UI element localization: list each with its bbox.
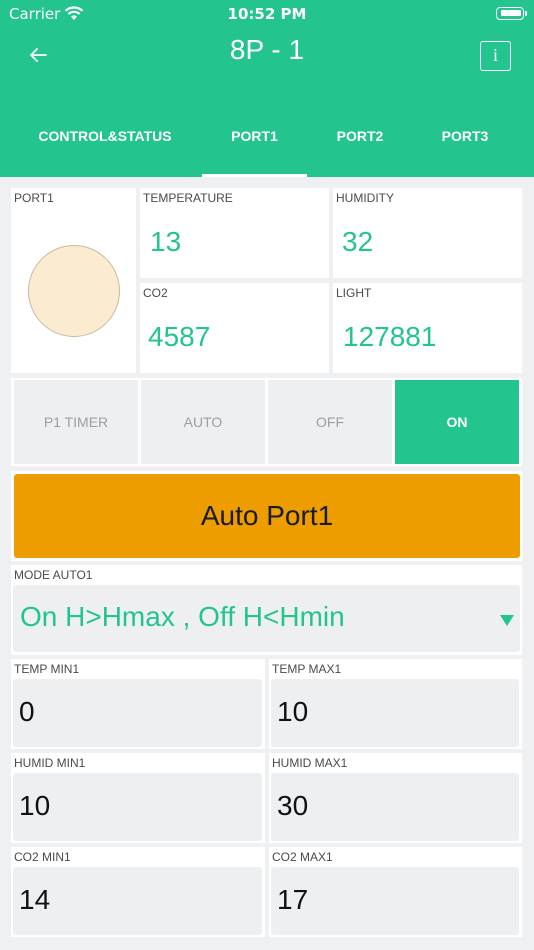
temp-min-input[interactable]: 0: [13, 679, 262, 747]
tab-control-status[interactable]: CONTROL&STATUS: [30, 128, 180, 150]
on-button[interactable]: ON: [395, 380, 519, 464]
mode-auto-selected-value: On H>Hmax , Off H<Hmin: [20, 601, 345, 632]
temp-min-card: TEMP MIN1 0: [11, 659, 265, 749]
mode-auto-label: MODE AUTO1: [14, 568, 93, 582]
app-header: Carrier 10:52 PM 8P - 1 i CONTROL&STATUS…: [0, 0, 534, 177]
status-bar: Carrier 10:52 PM: [0, 0, 534, 28]
auto-port-button[interactable]: Auto Port1: [14, 474, 520, 558]
temp-max-value: 10: [277, 696, 309, 727]
co2-max-label: CO2 MAX1: [272, 850, 333, 864]
humid-max-value: 30: [277, 790, 309, 821]
humid-max-label: HUMID MAX1: [272, 756, 348, 770]
co2-max-input[interactable]: 17: [271, 867, 519, 935]
temperature-card: TEMPERATURE 13: [140, 188, 329, 278]
co2-min-value: 14: [19, 884, 51, 915]
light-value: 127881: [343, 321, 437, 352]
humid-max-card: HUMID MAX1 30: [269, 753, 522, 843]
temp-max-input[interactable]: 10: [271, 679, 519, 747]
page-title: 8P - 1: [229, 34, 305, 65]
active-tab-indicator: [202, 174, 307, 177]
temp-max-card: TEMP MAX1 10: [269, 659, 522, 749]
co2-max-value: 17: [277, 884, 309, 915]
humidity-card: HUMIDITY 32: [333, 188, 522, 278]
co2-min-card: CO2 MIN1 14: [11, 847, 265, 937]
humid-min-card: HUMID MIN1 10: [11, 753, 265, 843]
dropdown-arrow-icon[interactable]: [500, 615, 514, 626]
co2-min-input[interactable]: 14: [13, 867, 262, 935]
battery-tip: [525, 11, 527, 16]
tab-port1[interactable]: PORT1: [202, 128, 307, 150]
humid-max-input[interactable]: 30: [271, 773, 519, 841]
tab-port3[interactable]: PORT3: [425, 128, 505, 150]
light-card: LIGHT 127881: [333, 283, 522, 373]
temp-min-label: TEMP MIN1: [14, 662, 80, 676]
status-time: 10:52 PM: [227, 5, 307, 23]
humid-min-value: 10: [19, 790, 51, 821]
co2-max-card: CO2 MAX1 17: [269, 847, 522, 937]
tab-port2[interactable]: PORT2: [320, 128, 400, 150]
humidity-label: HUMIDITY: [336, 191, 394, 205]
info-button[interactable]: i: [480, 41, 511, 71]
co2-min-label: CO2 MIN1: [14, 850, 71, 864]
humid-min-input[interactable]: 10: [13, 773, 262, 841]
auto-button[interactable]: AUTO: [141, 380, 265, 464]
battery-icon: [496, 7, 524, 20]
port-led-indicator: [28, 245, 120, 337]
co2-card: CO2 4587: [140, 283, 329, 373]
p1-timer-button[interactable]: P1 TIMER: [14, 380, 138, 464]
port-status-card: PORT1: [11, 188, 136, 373]
humid-min-label: HUMID MIN1: [14, 756, 86, 770]
mode-auto-dropdown[interactable]: On H>Hmax , Off H<Hmin: [13, 585, 520, 652]
off-button[interactable]: OFF: [268, 380, 392, 464]
light-label: LIGHT: [336, 286, 372, 300]
co2-label: CO2: [143, 286, 168, 300]
temp-min-value: 0: [19, 696, 35, 727]
co2-value: 4587: [148, 321, 211, 352]
port-status-label: PORT1: [14, 191, 54, 205]
temp-max-label: TEMP MAX1: [272, 662, 342, 676]
temperature-value: 13: [150, 226, 182, 257]
temperature-label: TEMPERATURE: [143, 191, 233, 205]
humidity-value: 32: [342, 226, 374, 257]
